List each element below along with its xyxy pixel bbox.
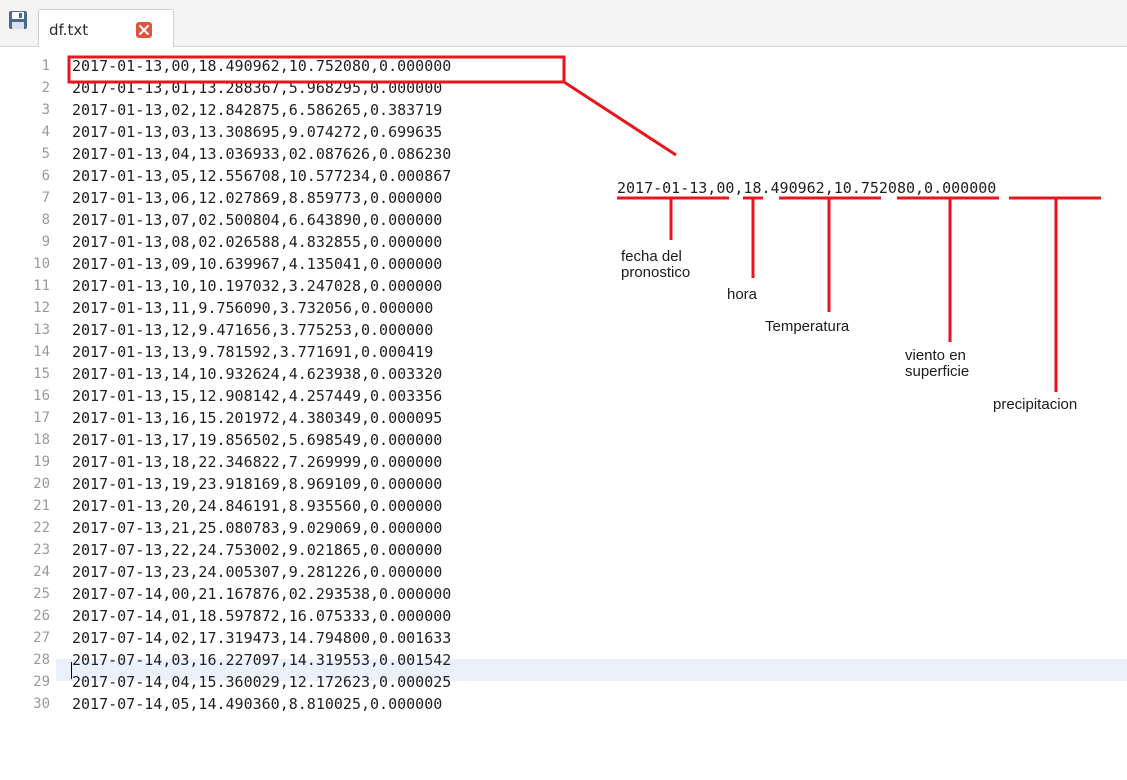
line-number: 8 (41, 212, 50, 228)
code-line[interactable]: 2017-01-13,04,13.036933,02.087626,0.0862… (72, 143, 451, 165)
code-line[interactable]: 2017-01-13,02,12.842875,6.586265,0.38371… (72, 99, 442, 121)
code-line[interactable]: 2017-01-13,13,9.781592,3.771691,0.000419 (72, 341, 433, 363)
code-line[interactable]: 2017-01-13,05,12.556708,10.577234,0.0008… (72, 165, 451, 187)
line-number-gutter: 1 2 3 4 5 6 7 8 9 10 11 12 13 14 15 16 17 18 19 20 21 22 23 24 2… (0, 47, 56, 780)
annotated-sample-line: 2017-01-13,00,18.490962,10.752080,0.0000… (617, 179, 997, 197)
text-editor[interactable]: 1 2 3 4 5 6 7 8 9 10 11 12 13 14 15 16 17 18 19 20 21 22 23 24 2… (0, 47, 1127, 780)
tab-title: df.txt (49, 21, 89, 39)
code-line[interactable]: 2017-01-13,16,15.201972,4.380349,0.00009… (72, 407, 442, 429)
code-line[interactable]: 2017-07-14,01,18.597872,16.075333,0.0000… (72, 605, 451, 627)
code-line[interactable]: 2017-01-13,07,02.500804,6.643890,0.00000… (72, 209, 442, 231)
code-line[interactable]: 2017-07-14,02,17.319473,14.794800,0.0016… (72, 627, 451, 649)
line-number: 27 (33, 630, 50, 646)
code-line[interactable]: 2017-01-13,20,24.846191,8.935560,0.00000… (72, 495, 442, 517)
code-line[interactable]: 2017-01-13,01,13.288367,5.968295,0.00000… (72, 77, 442, 99)
line-number: 23 (33, 542, 50, 558)
code-line[interactable]: 2017-01-13,15,12.908142,4.257449,0.00335… (72, 385, 442, 407)
line-number: 29 (33, 674, 50, 690)
code-line[interactable]: 2017-07-14,04,15.360029,12.172623,0.0000… (72, 671, 451, 693)
code-line[interactable]: 2017-01-13,11,9.756090,3.732056,0.000000 (72, 297, 433, 319)
line-number: 19 (33, 454, 50, 470)
label-hora: hora (727, 286, 758, 303)
label-viento-line1: viento en (905, 347, 966, 364)
label-fecha-line1: fecha del (621, 248, 682, 265)
close-icon[interactable] (136, 22, 152, 38)
code-line[interactable]: 2017-01-13,19,23.918169,8.969109,0.00000… (72, 473, 442, 495)
line-number: 12 (33, 300, 50, 316)
line-number: 20 (33, 476, 50, 492)
label-fecha: fecha del pronostico (621, 249, 690, 281)
line-number: 2 (41, 80, 50, 96)
code-line[interactable]: 2017-07-14,05,14.490360,8.810025,0.00000… (72, 693, 442, 715)
code-line[interactable]: 2017-07-14,00,21.167876,02.293538,0.0000… (72, 583, 451, 605)
line-number: 25 (33, 586, 50, 602)
line-number: 22 (33, 520, 50, 536)
line-number: 6 (41, 168, 50, 184)
line-number: 13 (33, 322, 50, 338)
label-temperatura: Temperatura (765, 318, 850, 335)
code-line[interactable]: 2017-01-13,00,18.490962,10.752080,0.0000… (72, 55, 451, 77)
line-number: 5 (41, 146, 50, 162)
code-line[interactable]: 2017-01-13,14,10.932624,4.623938,0.00332… (72, 363, 442, 385)
line-number: 15 (33, 366, 50, 382)
code-line[interactable]: 2017-07-14,03,16.227097,14.319553,0.0015… (72, 649, 451, 671)
line-number: 28 (33, 652, 50, 668)
line-number: 1 (41, 58, 50, 74)
line-number: 26 (33, 608, 50, 624)
code-line[interactable]: 2017-01-13,08,02.026588,4.832855,0.00000… (72, 231, 442, 253)
line-number: 21 (33, 498, 50, 514)
tab-bar: df.txt (0, 0, 1127, 47)
code-line[interactable]: 2017-01-13,06,12.027869,8.859773,0.00000… (72, 187, 442, 209)
line-number: 10 (33, 256, 50, 272)
code-line[interactable]: 2017-07-13,21,25.080783,9.029069,0.00000… (72, 517, 442, 539)
line-number: 24 (33, 564, 50, 580)
code-line[interactable]: 2017-01-13,10,10.197032,3.247028,0.00000… (72, 275, 442, 297)
line-number: 7 (41, 190, 50, 206)
save-icon[interactable] (8, 10, 28, 30)
line-number: 17 (33, 410, 50, 426)
label-precipitacion: precipitacion (993, 396, 1078, 413)
label-fecha-line2: pronostico (621, 264, 691, 281)
code-line[interactable]: 2017-01-13,09,10.639967,4.135041,0.00000… (72, 253, 442, 275)
code-line[interactable]: 2017-01-13,17,19.856502,5.698549,0.00000… (72, 429, 442, 451)
line-number: 14 (33, 344, 50, 360)
label-viento: viento en superficie (905, 348, 969, 380)
code-line[interactable]: 2017-01-13,03,13.308695,9.074272,0.69963… (72, 121, 442, 143)
line-number: 3 (41, 102, 50, 118)
text-cursor (71, 662, 72, 679)
line-number: 11 (33, 278, 50, 294)
code-line[interactable]: 2017-01-13,18,22.346822,7.269999,0.00000… (72, 451, 442, 473)
code-line[interactable]: 2017-07-13,22,24.753002,9.021865,0.00000… (72, 539, 442, 561)
code-line[interactable]: 2017-01-13,12,9.471656,3.775253,0.000000 (72, 319, 433, 341)
code-line[interactable]: 2017-07-13,23,24.005307,9.281226,0.00000… (72, 561, 442, 583)
line-number: 4 (41, 124, 50, 140)
line-number: 18 (33, 432, 50, 448)
label-viento-line2: superficie (905, 363, 970, 380)
line-number: 16 (33, 388, 50, 404)
line-number: 30 (33, 696, 50, 712)
line-number: 9 (41, 234, 50, 250)
tab-df-txt[interactable]: df.txt (38, 9, 174, 47)
